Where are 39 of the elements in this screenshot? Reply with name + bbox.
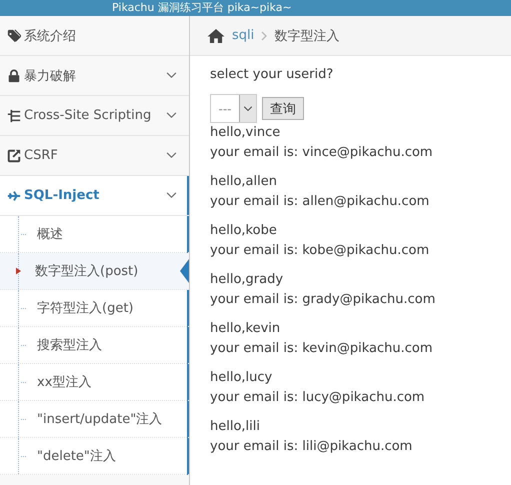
nav-item[interactable]: 暴力破解 xyxy=(0,56,189,96)
submenu-item[interactable]: 搜索型注入 xyxy=(0,327,189,364)
caret-right-icon xyxy=(16,267,21,275)
email-text: your email is: lili@pikachu.com xyxy=(210,438,414,456)
pointer-triangle-icon xyxy=(180,259,189,283)
email-text: your email is: kobe@pikachu.com xyxy=(210,242,430,260)
tag-icon xyxy=(7,28,21,42)
email-text: your email is: vince@pikachu.com xyxy=(210,144,434,162)
greeting-text: hello,vince xyxy=(210,124,282,142)
prompt-text: select your userid? xyxy=(210,66,334,84)
breadcrumb-text: 数字型注入 xyxy=(274,28,340,44)
query-button[interactable]: 查询 xyxy=(262,97,304,120)
email-text: your email is: kevin@pikachu.com xyxy=(210,340,434,358)
share-icon xyxy=(7,148,21,162)
chevron-down-icon xyxy=(243,106,253,112)
email-text: your email is: allen@pikachu.com xyxy=(210,193,430,211)
chevron-right-icon xyxy=(261,30,268,40)
email-text: your email is: lucy@pikachu.com xyxy=(210,389,426,407)
site-title[interactable]: Pikachu 漏洞练习平台 pika~pika~ xyxy=(112,1,292,15)
userid-select[interactable]: --- xyxy=(210,94,257,123)
airplane-icon xyxy=(7,188,21,202)
submenu-item[interactable]: "delete"注入 xyxy=(0,438,189,475)
home-icon xyxy=(207,28,225,43)
lock-icon xyxy=(7,68,21,82)
submenu-item[interactable]: "insert/update"注入 xyxy=(0,401,189,438)
greeting-text: hello,kevin xyxy=(210,320,282,338)
list-icon xyxy=(7,108,21,122)
greeting-text: hello,grady xyxy=(210,271,284,289)
nav-item[interactable]: 系统介绍 xyxy=(0,16,189,56)
greeting-text: hello,kobe xyxy=(210,222,278,240)
nav-item[interactable]: Cross-Site Scripting xyxy=(0,96,189,136)
greeting-text: hello,lucy xyxy=(210,369,274,387)
submenu-item[interactable]: 数字型注入(post) xyxy=(0,253,189,290)
submenu-item[interactable]: 字符型注入(get) xyxy=(0,290,189,327)
nav-item[interactable]: SQL-Inject xyxy=(0,176,189,216)
greeting-text: hello,lili xyxy=(210,418,261,436)
email-text: your email is: grady@pikachu.com xyxy=(210,291,436,309)
greeting-text: hello,allen xyxy=(210,173,278,191)
submenu-item[interactable]: xx型注入 xyxy=(0,364,189,401)
